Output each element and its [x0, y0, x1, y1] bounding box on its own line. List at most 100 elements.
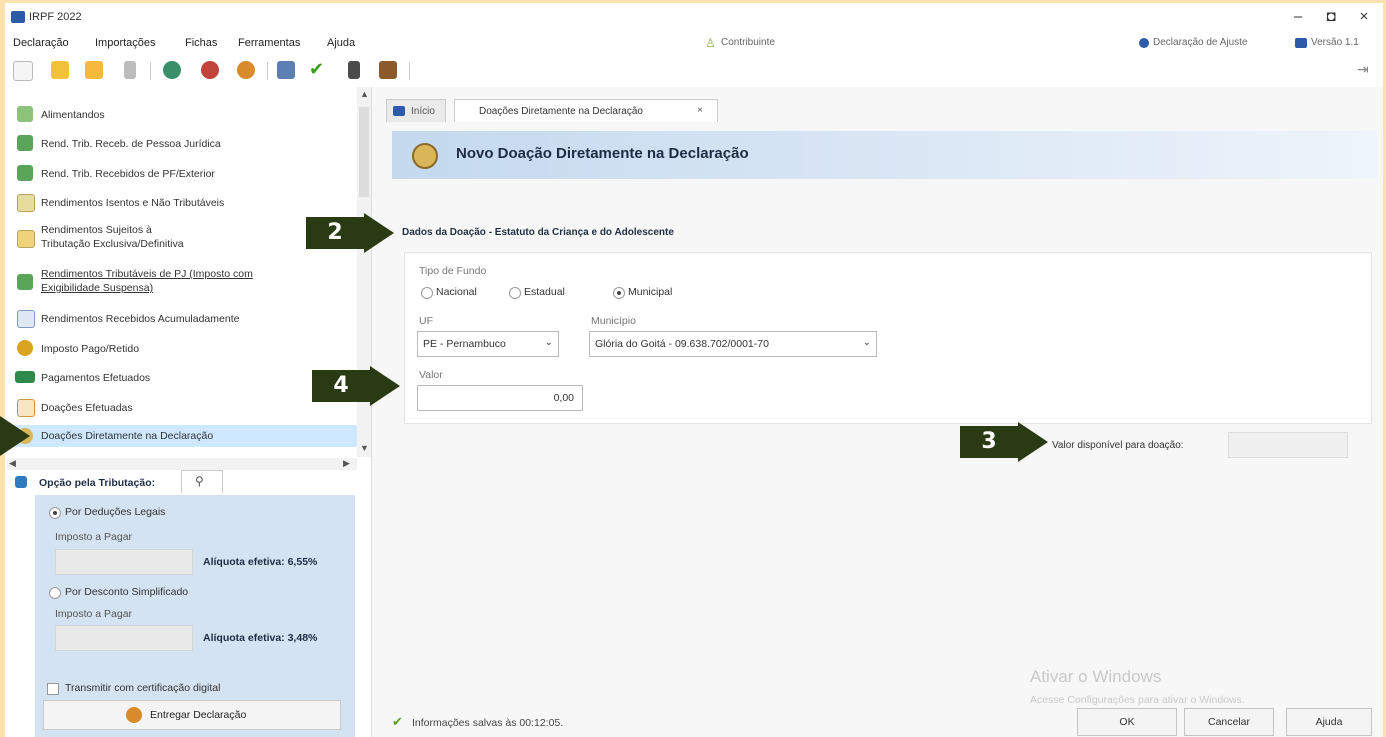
card-icon [15, 371, 35, 383]
toolbar: ✔ ⇥ [5, 55, 1383, 88]
tax-option-title: Opção pela Tributação: [39, 477, 156, 489]
annotation-arrow [0, 416, 30, 456]
section-title: Dados da Doação - Estatuto da Criança e … [402, 227, 674, 238]
uf-value: PE - Pernambuco [423, 338, 506, 350]
tab-home[interactable]: Início [386, 99, 446, 122]
sidebar-item-alimentandos[interactable]: Alimentandos [5, 105, 359, 125]
arrow-tip [1018, 422, 1048, 462]
fund-municipal-label: Municipal [628, 286, 673, 298]
simplified-effective-rate: Alíquota efetiva: 3,48% [203, 632, 318, 644]
uf-select[interactable]: PE - Pernambuco ⌄ [417, 331, 559, 357]
chevron-down-icon[interactable]: ⌄ [863, 337, 871, 348]
tab-close-icon[interactable]: × [697, 105, 703, 116]
search-icon[interactable]: ⚲ [195, 474, 204, 488]
menu-fichas[interactable]: Fichas [185, 37, 217, 49]
menu-ajuda[interactable]: Ajuda [327, 37, 355, 49]
import-icon[interactable] [163, 61, 181, 79]
export-icon[interactable] [201, 61, 219, 79]
simplified-discount-label: Por Desconto Simplificado [65, 586, 189, 598]
uf-label: UF [419, 315, 433, 327]
legal-effective-rate: Alíquota efetiva: 6,55% [203, 556, 318, 568]
activation-watermark-title: Ativar o Windows [1030, 667, 1162, 686]
saved-icon: ✔ [392, 714, 403, 729]
page-title: Novo Doação Diretamente na Declaração [456, 145, 749, 162]
legal-deductions-radio[interactable] [49, 507, 61, 519]
folder-icon[interactable] [85, 61, 103, 79]
people-icon [17, 106, 33, 122]
trash-icon[interactable] [124, 61, 136, 79]
sidebar-item-rend-pf[interactable]: Rend. Trib. Recebidos de PF/Exterior [5, 164, 359, 184]
tab-active-label: Doações Diretamente na Declaração [479, 106, 643, 117]
version-label: Versão 1.1 [1311, 37, 1359, 48]
simplified-discount-radio[interactable] [49, 587, 61, 599]
donation-icon [412, 143, 438, 169]
fund-nacional-radio[interactable] [421, 287, 433, 299]
help-button[interactable]: Ajuda [1286, 708, 1372, 736]
scroll-left-icon[interactable]: ◀ [9, 458, 16, 469]
globe-icon [126, 707, 142, 723]
fund-estadual-label: Estadual [524, 286, 565, 298]
sidebar-item-doacoes-diretamente[interactable]: Doações Diretamente na Declaração [5, 425, 359, 447]
scroll-right-icon[interactable]: ▶ [343, 458, 350, 469]
chevron-down-icon[interactable]: ⌄ [545, 337, 553, 348]
menu-declaracao[interactable]: Declaração [13, 37, 69, 49]
municipality-select[interactable]: Glória do Goitá - 09.638.702/0001-70 ⌄ [589, 331, 877, 357]
main-panel: Início Doações Diretamente na Declaração… [372, 87, 1383, 737]
new-file-icon[interactable] [13, 61, 33, 81]
window-title: IRPF 2022 [29, 11, 82, 23]
coin-icon [17, 340, 33, 356]
arrow-tip [370, 366, 400, 406]
search-tab[interactable]: ⚲ [181, 470, 223, 493]
contributor-link[interactable]: Contribuinte [721, 37, 775, 48]
open-folder-icon[interactable] [51, 61, 69, 79]
fund-nacional-label: Nacional [436, 286, 477, 298]
sidebar-item-pj-suspensa[interactable]: Rendimentos Tributáveis de PJ (Imposto c… [5, 265, 359, 297]
arrow-tip [364, 213, 394, 253]
title-bar: IRPF 2022 – ◘ × [5, 3, 1383, 31]
tab-home-label: Início [411, 106, 435, 117]
app-icon [11, 11, 25, 23]
scroll-down-icon[interactable]: ▼ [360, 443, 369, 453]
value-input[interactable]: 0,00 [417, 385, 583, 411]
scroll-up-icon[interactable]: ▲ [360, 89, 369, 99]
value-label: Valor [419, 369, 443, 381]
cancel-button[interactable]: Cancelar [1184, 708, 1274, 736]
digital-certificate-checkbox[interactable] [47, 683, 59, 695]
minimize-button[interactable]: – [1283, 7, 1313, 27]
sidebar-item-acumulados[interactable]: Rendimentos Recebidos Acumuladamente [5, 309, 359, 329]
scrollbar-thumb[interactable] [359, 107, 369, 197]
sidebar-item-pagamentos[interactable]: Pagamentos Efetuados [5, 368, 359, 388]
document-icon [17, 310, 35, 328]
municipality-value: Glória do Goitá - 09.638.702/0001-70 [595, 338, 769, 350]
tab-doacoes-diretamente[interactable]: Doações Diretamente na Declaração × [454, 99, 718, 122]
sidebar-item-rend-pj[interactable]: Rend. Trib. Receb. de Pessoa Jurídica [5, 134, 359, 154]
tax-option-icon [15, 476, 27, 488]
fund-estadual-radio[interactable] [509, 287, 521, 299]
printer-icon[interactable] [277, 61, 295, 79]
menu-importacoes[interactable]: Importações [95, 37, 156, 49]
digital-certificate-label: Transmitir com certificação digital [65, 682, 221, 694]
annotation-number: 2 [306, 217, 364, 249]
deliver-declaration-label: Entregar Declaração [150, 709, 247, 721]
deliver-declaration-button[interactable]: Entregar Declaração [43, 700, 341, 730]
maximize-button[interactable]: ◘ [1316, 7, 1346, 27]
book-icon[interactable] [379, 61, 397, 79]
sidebar-item-isentos[interactable]: Rendimentos Isentos e Não Tributáveis [5, 193, 359, 213]
sidebar-item-doacoes[interactable]: Doações Efetuadas [5, 398, 359, 418]
sidebar-item-imposto-pago[interactable]: Imposto Pago/Retido [5, 339, 359, 359]
check-icon[interactable]: ✔ [309, 59, 324, 80]
activation-watermark-text: Acesse Configurações para ativar o Windo… [1030, 694, 1245, 706]
calculator-icon[interactable] [348, 61, 360, 79]
close-button[interactable]: × [1349, 7, 1379, 27]
app-window: IRPF 2022 – ◘ × Declaração Importações F… [5, 3, 1383, 737]
menu-ferramentas[interactable]: Ferramentas [238, 37, 300, 49]
menu-bar: Declaração Importações Fichas Ferramenta… [5, 34, 1383, 54]
adjust-declaration-link[interactable]: Declaração de Ajuste [1153, 37, 1248, 48]
exit-icon[interactable]: ⇥ [1357, 61, 1369, 78]
fund-municipal-radio[interactable] [613, 287, 625, 299]
sidebar-horizontal-scrollbar[interactable]: ◀ ▶ [7, 458, 357, 470]
toolbar-separator [267, 62, 268, 80]
globe-icon[interactable] [237, 61, 255, 79]
ok-button[interactable]: OK [1077, 708, 1177, 736]
document-icon [17, 194, 35, 212]
